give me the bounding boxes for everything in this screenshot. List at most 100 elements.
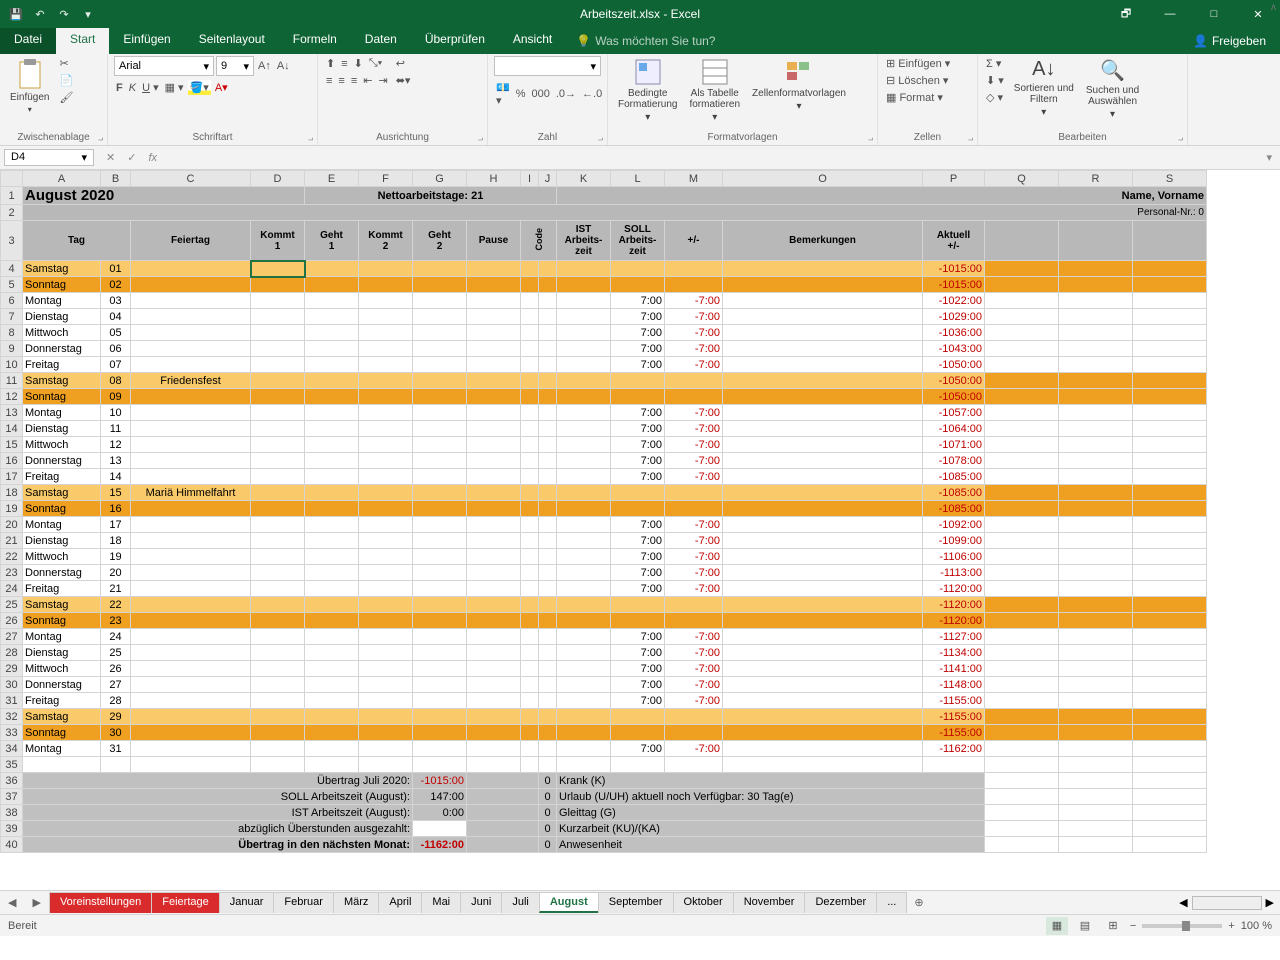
decrease-decimal-button[interactable]: ←.0 xyxy=(580,87,604,101)
cell[interactable] xyxy=(521,645,539,661)
font-color-button[interactable]: A▾ xyxy=(213,80,230,95)
formula-input[interactable] xyxy=(167,152,1256,164)
tab-layout[interactable]: Seitenlayout xyxy=(185,28,279,54)
cell-soll[interactable]: 7:00 xyxy=(611,533,665,549)
cell[interactable] xyxy=(413,501,467,517)
cell[interactable] xyxy=(539,661,557,677)
cell-bem[interactable] xyxy=(723,261,923,277)
cell-daynum[interactable]: 24 xyxy=(101,629,131,645)
cell[interactable] xyxy=(521,373,539,389)
cell-pm[interactable] xyxy=(665,709,723,725)
cell-bem[interactable] xyxy=(723,709,923,725)
cell[interactable] xyxy=(521,709,539,725)
cell-akt[interactable]: -1127:00 xyxy=(923,629,985,645)
cell-pm[interactable] xyxy=(665,485,723,501)
cell-d11[interactable] xyxy=(251,373,305,389)
cell-pm[interactable]: -7:00 xyxy=(665,437,723,453)
cell-feiertag[interactable] xyxy=(131,405,251,421)
col-header-H[interactable]: H xyxy=(467,171,521,187)
cell-soll[interactable]: 7:00 xyxy=(611,437,665,453)
hscroll-left[interactable]: ◀ xyxy=(1179,896,1187,909)
cell[interactable] xyxy=(359,261,413,277)
cell[interactable] xyxy=(539,613,557,629)
cell-feiertag[interactable] xyxy=(131,549,251,565)
cell-pm[interactable]: -7:00 xyxy=(665,453,723,469)
cell-ist[interactable] xyxy=(557,309,611,325)
percent-button[interactable]: % xyxy=(514,87,528,101)
select-all-corner[interactable] xyxy=(1,171,23,187)
cell-akt[interactable]: -1036:00 xyxy=(923,325,985,341)
row-header-34[interactable]: 34 xyxy=(1,741,23,757)
delete-cells-button[interactable]: ⊟ Löschen ▾ xyxy=(884,73,950,88)
cell[interactable] xyxy=(305,389,359,405)
cell-akt[interactable]: -1064:00 xyxy=(923,421,985,437)
cell-d14[interactable] xyxy=(251,421,305,437)
cell[interactable] xyxy=(305,661,359,677)
cell-ist[interactable] xyxy=(557,469,611,485)
cell-bem[interactable] xyxy=(723,325,923,341)
cell-soll[interactable] xyxy=(611,261,665,277)
cell[interactable] xyxy=(359,469,413,485)
cell-ist[interactable] xyxy=(557,677,611,693)
cell-akt[interactable]: -1085:00 xyxy=(923,469,985,485)
sheet-tab-voreinstellungen[interactable]: Voreinstellungen xyxy=(49,892,152,913)
cell[interactable] xyxy=(539,533,557,549)
cell[interactable] xyxy=(305,725,359,741)
cell-day[interactable]: Mittwoch xyxy=(23,661,101,677)
cell[interactable] xyxy=(359,373,413,389)
cell[interactable] xyxy=(305,581,359,597)
cell[interactable] xyxy=(305,549,359,565)
cell-soll[interactable]: 7:00 xyxy=(611,453,665,469)
cell-pm[interactable]: -7:00 xyxy=(665,309,723,325)
cell[interactable] xyxy=(413,485,467,501)
find-select-button[interactable]: 🔍Suchen und Auswählen▾ xyxy=(1082,56,1143,122)
align-top-button[interactable]: ⬆ xyxy=(324,56,337,71)
cell-bem[interactable] xyxy=(723,293,923,309)
cell[interactable] xyxy=(539,373,557,389)
cell[interactable] xyxy=(413,597,467,613)
cell[interactable] xyxy=(413,261,467,277)
cell[interactable] xyxy=(539,469,557,485)
cell-ist[interactable] xyxy=(557,325,611,341)
cell-day[interactable]: Samstag xyxy=(23,597,101,613)
cell-d20[interactable] xyxy=(251,517,305,533)
cell[interactable] xyxy=(305,741,359,757)
cell-d32[interactable] xyxy=(251,709,305,725)
cell-bem[interactable] xyxy=(723,581,923,597)
increase-decimal-button[interactable]: .0→ xyxy=(554,87,578,101)
cell[interactable] xyxy=(521,293,539,309)
cell-d7[interactable] xyxy=(251,309,305,325)
cell-d25[interactable] xyxy=(251,597,305,613)
spreadsheet-grid[interactable]: ABCDEFGHIJKLMOPQRS1 August 2020 Nettoarb… xyxy=(0,170,1280,890)
cell-pm[interactable]: -7:00 xyxy=(665,677,723,693)
cell[interactable] xyxy=(539,389,557,405)
autosum-button[interactable]: Σ ▾ xyxy=(984,56,1006,71)
cell-day[interactable]: Samstag xyxy=(23,485,101,501)
cell-akt[interactable]: -1148:00 xyxy=(923,677,985,693)
cell-feiertag[interactable] xyxy=(131,645,251,661)
row-header-7[interactable]: 7 xyxy=(1,309,23,325)
cell-feiertag[interactable] xyxy=(131,357,251,373)
cell[interactable] xyxy=(359,325,413,341)
cell-feiertag[interactable] xyxy=(131,725,251,741)
cell-akt[interactable]: -1155:00 xyxy=(923,709,985,725)
cell-d10[interactable] xyxy=(251,357,305,373)
cell-pm[interactable]: -7:00 xyxy=(665,565,723,581)
cell-pm[interactable]: -7:00 xyxy=(665,421,723,437)
cell[interactable] xyxy=(413,581,467,597)
cell-feiertag[interactable] xyxy=(131,693,251,709)
cell-day[interactable]: Sonntag xyxy=(23,277,101,293)
cell-d9[interactable] xyxy=(251,341,305,357)
cell-soll[interactable]: 7:00 xyxy=(611,421,665,437)
cell-bem[interactable] xyxy=(723,613,923,629)
number-format-combo[interactable]: ▾ xyxy=(494,56,601,76)
wrap-text-button[interactable]: ↩ xyxy=(394,56,413,71)
cell-akt[interactable]: -1155:00 xyxy=(923,693,985,709)
cell-day[interactable]: Sonntag xyxy=(23,725,101,741)
align-bottom-button[interactable]: ⬇ xyxy=(352,56,365,71)
cell[interactable] xyxy=(467,501,521,517)
sheet-tab-september[interactable]: September xyxy=(598,892,674,913)
sheet-tab-november[interactable]: November xyxy=(733,892,806,913)
cell[interactable] xyxy=(521,309,539,325)
row-header-6[interactable]: 6 xyxy=(1,293,23,309)
